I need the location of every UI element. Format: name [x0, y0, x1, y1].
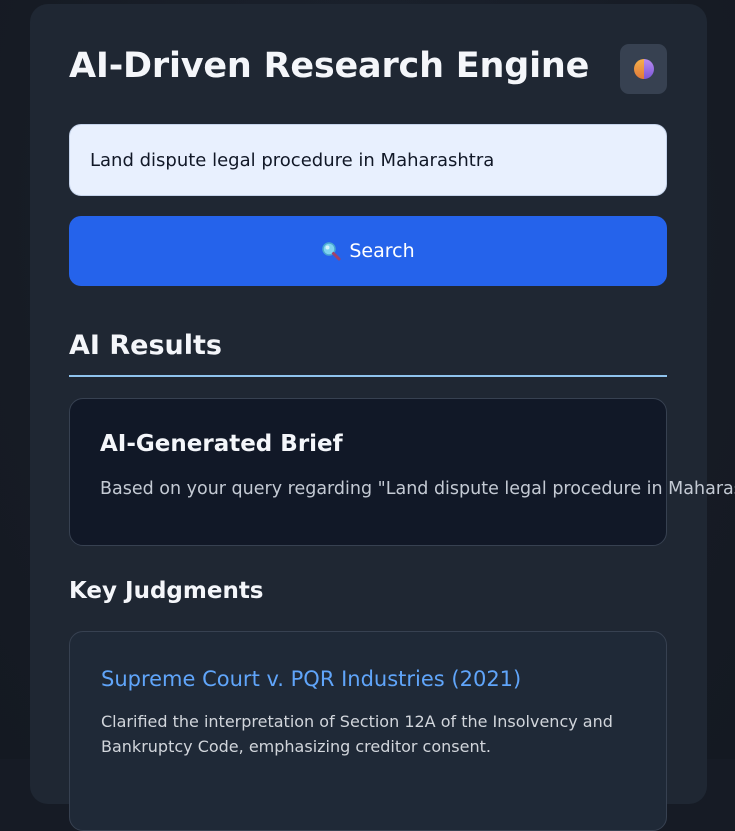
page-title: AI-Driven Research Engine: [69, 46, 590, 86]
judgment-summary: Clarified the interpretation of Section …: [101, 712, 613, 756]
half-circle-theme-icon: [633, 58, 655, 80]
ai-brief-text: Based on your query regarding "Land disp…: [100, 479, 735, 499]
search-button[interactable]: Search: [69, 216, 667, 286]
search-input[interactable]: [69, 124, 667, 196]
judgment-card: Supreme Court v. PQR Industries (2021) C…: [69, 631, 667, 831]
theme-toggle-button[interactable]: [620, 44, 667, 94]
results-heading: AI Results: [69, 330, 222, 361]
judgment-title-link[interactable]: Supreme Court v. PQR Industries (2021): [101, 667, 521, 691]
magnifier-icon: [321, 241, 341, 261]
ai-brief-title: AI-Generated Brief: [100, 431, 343, 457]
key-judgments-heading: Key Judgments: [69, 578, 264, 604]
ai-brief-content: AI-Generated Brief Based on your query r…: [69, 398, 735, 546]
results-divider: [69, 375, 667, 377]
search-button-label: Search: [349, 240, 415, 262]
